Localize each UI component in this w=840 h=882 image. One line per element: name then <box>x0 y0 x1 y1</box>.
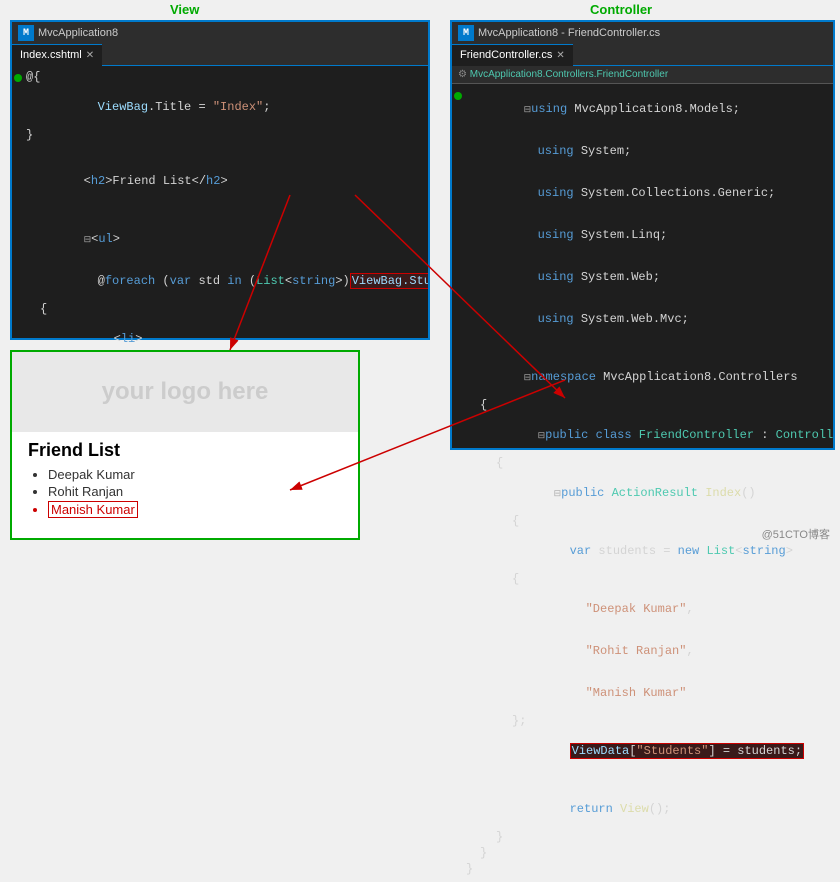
tab-close-controller-icon[interactable]: ✕ <box>556 50 564 61</box>
vs-icon-controller: M <box>458 25 474 41</box>
ctrl-return: return View(); <box>452 788 833 830</box>
browser-preview: your logo here Friend List Deepak Kumar … <box>10 350 360 540</box>
view-title: MvcApplication8 <box>38 27 118 39</box>
ctrl-ns-open: { <box>452 398 833 414</box>
ctrl-class: ⊟public class FriendController : Control… <box>452 414 833 456</box>
ctrl-ns-close: } <box>452 862 833 878</box>
friend-list-title: Friend List <box>28 440 342 461</box>
ctrl-student1: "Deepak Kumar", <box>452 588 833 630</box>
ctrl-class-open: { <box>452 456 833 472</box>
code-line-open-brace: { <box>12 302 428 318</box>
code-line-2: ViewBag.Title = "Index"; <box>12 86 428 128</box>
controller-title: MvcApplication8 - FriendController.cs <box>478 27 660 39</box>
ctrl-line-using3: using System.Collections.Generic; <box>452 172 833 214</box>
ctrl-blank2 <box>452 772 833 788</box>
code-line-blank2 <box>12 202 428 218</box>
ctrl-line-using5: using System.Web; <box>452 256 833 298</box>
vs-icon-view: M <box>18 25 34 41</box>
controller-breadcrumb: ⚙ MvcApplication8.Controllers.FriendCont… <box>452 66 833 84</box>
ctrl-student2: "Rohit Ranjan", <box>452 630 833 672</box>
ctrl-blank1 <box>452 340 833 356</box>
ctrl-namespace: ⊟namespace MvcApplication8.Controllers <box>452 356 833 398</box>
code-line-3: } <box>12 128 428 144</box>
controller-tab-bar: FriendController.cs ✕ <box>452 44 833 66</box>
ctrl-class-close: } <box>452 846 833 862</box>
view-tab-bar: Index.cshtml ✕ <box>12 44 428 66</box>
controller-code-area: ⊟using MvcApplication8.Models; using Sys… <box>452 84 833 882</box>
view-panel: M MvcApplication8 Index.cshtml ✕ @{ View… <box>10 20 430 340</box>
ctrl-list-open: { <box>452 572 833 588</box>
tab-close-icon[interactable]: ✕ <box>86 50 94 61</box>
view-titlebar: M MvcApplication8 <box>12 22 428 44</box>
ctrl-line-using4: using System.Linq; <box>452 214 833 256</box>
controller-panel: M MvcApplication8 - FriendController.cs … <box>450 20 835 450</box>
friend-item-1: Deepak Kumar <box>48 467 342 482</box>
ctrl-line-using2: using System; <box>452 130 833 172</box>
ctrl-list-close: }; <box>452 714 833 730</box>
ctrl-line-using1: ⊟using MvcApplication8.Models; <box>452 88 833 130</box>
code-line-1: @{ <box>12 70 428 86</box>
code-line-h2: <h2>Friend List</h2> <box>12 160 428 202</box>
ctrl-student3: "Manish Kumar" <box>452 672 833 714</box>
tab-friend-controller[interactable]: FriendController.cs ✕ <box>452 44 573 66</box>
friend-list-items: Deepak Kumar Rohit Ranjan Manish Kumar <box>28 467 342 518</box>
code-line-ul: ⊟<ul> <box>12 218 428 260</box>
ctrl-viewdata: ViewData["Students"] = students; <box>452 730 833 772</box>
ctrl-method: ⊟public ActionResult Index() <box>452 472 833 514</box>
code-line-blank1 <box>12 144 428 160</box>
logo-area: your logo here <box>12 352 358 432</box>
view-label: View <box>170 2 199 17</box>
controller-titlebar: M MvcApplication8 - FriendController.cs <box>452 22 833 44</box>
ctrl-line-using6: using System.Web.Mvc; <box>452 298 833 340</box>
friend-list-section: Friend List Deepak Kumar Rohit Ranjan Ma… <box>12 432 358 528</box>
watermark: @51CTO博客 <box>762 526 830 542</box>
friend-item-2: Rohit Ranjan <box>48 484 342 499</box>
tab-index-cshtml[interactable]: Index.cshtml ✕ <box>12 44 102 66</box>
logo-placeholder-text: your logo here <box>102 378 269 406</box>
controller-label: Controller <box>590 2 652 17</box>
ctrl-method-close: } <box>452 830 833 846</box>
friend-item-3: Manish Kumar <box>48 501 342 518</box>
code-line-foreach: @foreach (var std in (List<string>)ViewB… <box>12 260 428 302</box>
